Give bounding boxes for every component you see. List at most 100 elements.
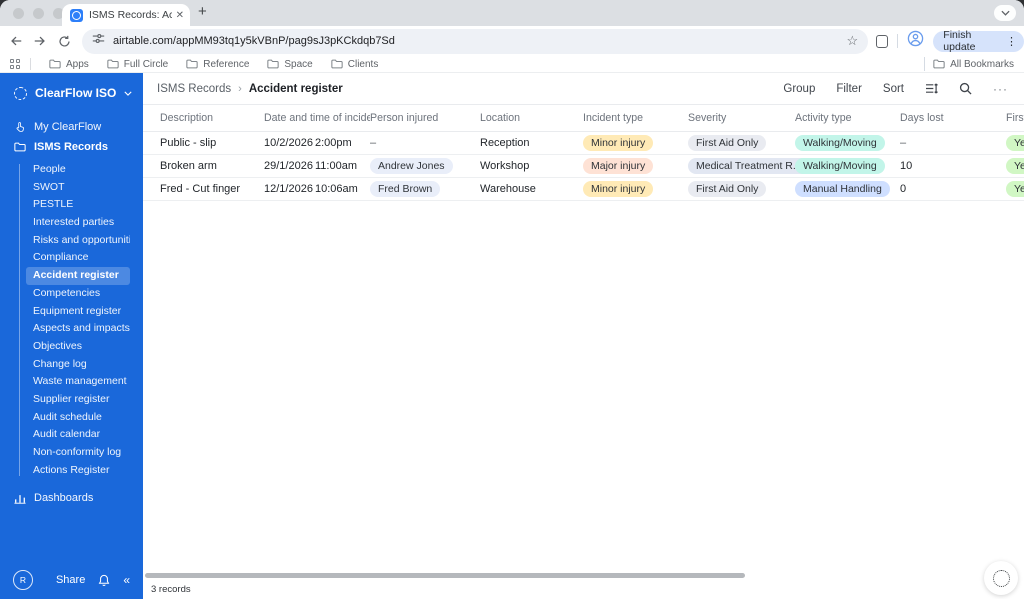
first-aid-badge[interactable]: Yes: [1006, 158, 1024, 174]
sidebar-item-interested-parties[interactable]: Interested parties: [26, 214, 130, 232]
person-chip[interactable]: Andrew Jones: [370, 158, 453, 174]
cell-location[interactable]: Reception: [480, 137, 583, 149]
url-text[interactable]: airtable.com/appMM93tq1y5kVBnP/pag9sJ3pK…: [113, 35, 846, 47]
cell-person-injured[interactable]: –: [370, 137, 480, 149]
back-icon[interactable]: [8, 33, 24, 49]
column-header[interactable]: Days lost: [900, 112, 1006, 124]
tab-overview-button[interactable]: [994, 5, 1016, 21]
sidebar-item-my-clearflow[interactable]: My ClearFlow: [0, 117, 143, 137]
site-settings-icon[interactable]: [92, 32, 105, 50]
cell-location[interactable]: Workshop: [480, 160, 583, 172]
breadcrumb-parent[interactable]: ISMS Records: [157, 83, 231, 95]
cell-description[interactable]: Fred - Cut finger: [160, 183, 264, 195]
sidebar-item-risks-and-opportunities[interactable]: Risks and opportunities: [26, 232, 130, 250]
sidebar-item-audit-schedule[interactable]: Audit schedule: [26, 409, 130, 427]
cell-days-lost[interactable]: 0: [900, 183, 1006, 195]
column-header[interactable]: Location: [480, 112, 583, 124]
severity-badge[interactable]: Medical Treatment R...: [688, 158, 810, 174]
search-icon[interactable]: [959, 82, 972, 95]
sidebar-item-actions-register[interactable]: Actions Register: [26, 462, 130, 480]
window-minimize-button[interactable]: [33, 8, 44, 19]
cell-days-lost[interactable]: 10: [900, 160, 1006, 172]
group-button[interactable]: Group: [783, 83, 815, 95]
all-bookmarks-button[interactable]: All Bookmarks: [933, 59, 1014, 70]
bookmark-folder-full-circle[interactable]: Full Circle: [107, 59, 168, 70]
column-header[interactable]: Person injured: [370, 112, 480, 124]
bookmark-star-icon[interactable]: ☆: [846, 33, 858, 49]
sidebar-item-isms-records[interactable]: ISMS Records: [0, 137, 143, 157]
sidebar-item-swot[interactable]: SWOT: [26, 179, 130, 197]
sort-button[interactable]: Sort: [883, 83, 904, 95]
sidebar-item-waste-management[interactable]: Waste management: [26, 373, 130, 391]
profile-avatar-icon[interactable]: [907, 30, 924, 52]
sidebar-item-change-log[interactable]: Change log: [26, 356, 130, 374]
sidebar-item-aspects-and-impacts[interactable]: Aspects and impacts: [26, 320, 130, 338]
row-height-icon[interactable]: [925, 83, 938, 94]
new-tab-button[interactable]: +: [198, 3, 207, 20]
cell-days-lost[interactable]: –: [900, 137, 1006, 149]
cell-location[interactable]: Warehouse: [480, 183, 583, 195]
sidebar-item-people[interactable]: People: [26, 161, 130, 179]
spinner-icon: [992, 569, 1010, 587]
column-header[interactable]: Incident type: [583, 112, 688, 124]
activity-type-badge[interactable]: Walking/Moving: [795, 158, 885, 174]
incident-type-badge[interactable]: Minor injury: [583, 181, 654, 197]
cell-date-time[interactable]: 29/1/2026 11:00am: [264, 160, 370, 172]
filter-button[interactable]: Filter: [836, 83, 862, 95]
apps-grid-icon[interactable]: [10, 59, 20, 69]
table-row[interactable]: Fred - Cut finger 12/1/2026 10:06am Fred …: [143, 178, 1024, 201]
incident-type-badge[interactable]: Major injury: [583, 158, 654, 174]
sidebar-item-competencies[interactable]: Competencies: [26, 285, 130, 303]
sidebar-item-audit-calendar[interactable]: Audit calendar: [26, 426, 130, 444]
sidebar-item-dashboards[interactable]: Dashboards: [0, 488, 143, 508]
bookmark-folder-clients[interactable]: Clients: [331, 59, 378, 70]
sidebar-item-non-conformity-log[interactable]: Non-conformity log: [26, 444, 130, 462]
browser-tab[interactable]: ISMS Records: Accident regis ✕: [62, 4, 190, 26]
loading-button[interactable]: [984, 561, 1018, 595]
cell-description[interactable]: Public - slip: [160, 137, 264, 149]
user-avatar[interactable]: R: [13, 570, 33, 590]
sidebar-item-objectives[interactable]: Objectives: [26, 338, 130, 356]
person-chip[interactable]: Fred Brown: [370, 181, 441, 197]
cell-description[interactable]: Broken arm: [160, 160, 264, 172]
finish-update-menu-icon[interactable]: ⋮: [1006, 35, 1017, 48]
column-header[interactable]: Date and time of incident: [264, 112, 370, 124]
bell-icon[interactable]: [98, 574, 110, 587]
reload-icon[interactable]: [56, 33, 72, 49]
column-header[interactable]: Description: [160, 112, 264, 124]
tab-title: ISMS Records: Accident regis: [89, 9, 172, 21]
sidebar-item-accident-register[interactable]: Accident register: [26, 267, 130, 285]
column-header[interactable]: Severity: [688, 112, 795, 124]
bookmark-folder-space[interactable]: Space: [267, 59, 313, 70]
more-options-icon[interactable]: ···: [993, 82, 1008, 96]
window-close-button[interactable]: [13, 8, 24, 19]
horizontal-scrollbar[interactable]: [145, 573, 745, 578]
bookmark-folder-apps[interactable]: Apps: [49, 59, 89, 70]
share-button[interactable]: Share: [56, 574, 85, 586]
activity-type-badge[interactable]: Walking/Moving: [795, 135, 885, 151]
first-aid-badge[interactable]: Yes: [1006, 181, 1024, 197]
reading-list-icon[interactable]: [876, 34, 889, 48]
table-row[interactable]: Broken arm 29/1/2026 11:00am Andrew Jones…: [143, 155, 1024, 178]
severity-badge[interactable]: First Aid Only: [688, 135, 767, 151]
incident-type-badge[interactable]: Minor injury: [583, 135, 654, 151]
column-header[interactable]: Activity type: [795, 112, 900, 124]
cell-date-time[interactable]: 12/1/2026 10:06am: [264, 183, 370, 195]
bookmark-folder-reference[interactable]: Reference: [186, 59, 249, 70]
address-bar[interactable]: airtable.com/appMM93tq1y5kVBnP/pag9sJ3pK…: [82, 28, 869, 54]
sidebar-item-pestle[interactable]: PESTLE: [26, 196, 130, 214]
finish-update-button[interactable]: Finish update ⋮: [933, 29, 1024, 53]
cell-date-time[interactable]: 10/2/2026 2:00pm: [264, 137, 370, 149]
activity-type-badge[interactable]: Manual Handling: [795, 181, 890, 197]
forward-icon[interactable]: [32, 33, 48, 49]
column-header[interactable]: First a: [1006, 112, 1024, 124]
sidebar-item-compliance[interactable]: Compliance: [26, 249, 130, 267]
workspace-switcher[interactable]: ClearFlow ISO: [0, 73, 143, 100]
table-row[interactable]: Public - slip 10/2/2026 2:00pm – Receptio…: [143, 132, 1024, 155]
collapse-sidebar-icon[interactable]: «: [123, 573, 130, 587]
sidebar-item-equipment-register[interactable]: Equipment register: [26, 303, 130, 321]
sidebar-item-supplier-register[interactable]: Supplier register: [26, 391, 130, 409]
severity-badge[interactable]: First Aid Only: [688, 181, 767, 197]
first-aid-badge[interactable]: Yes: [1006, 135, 1024, 151]
tab-close-icon[interactable]: ✕: [176, 10, 184, 21]
